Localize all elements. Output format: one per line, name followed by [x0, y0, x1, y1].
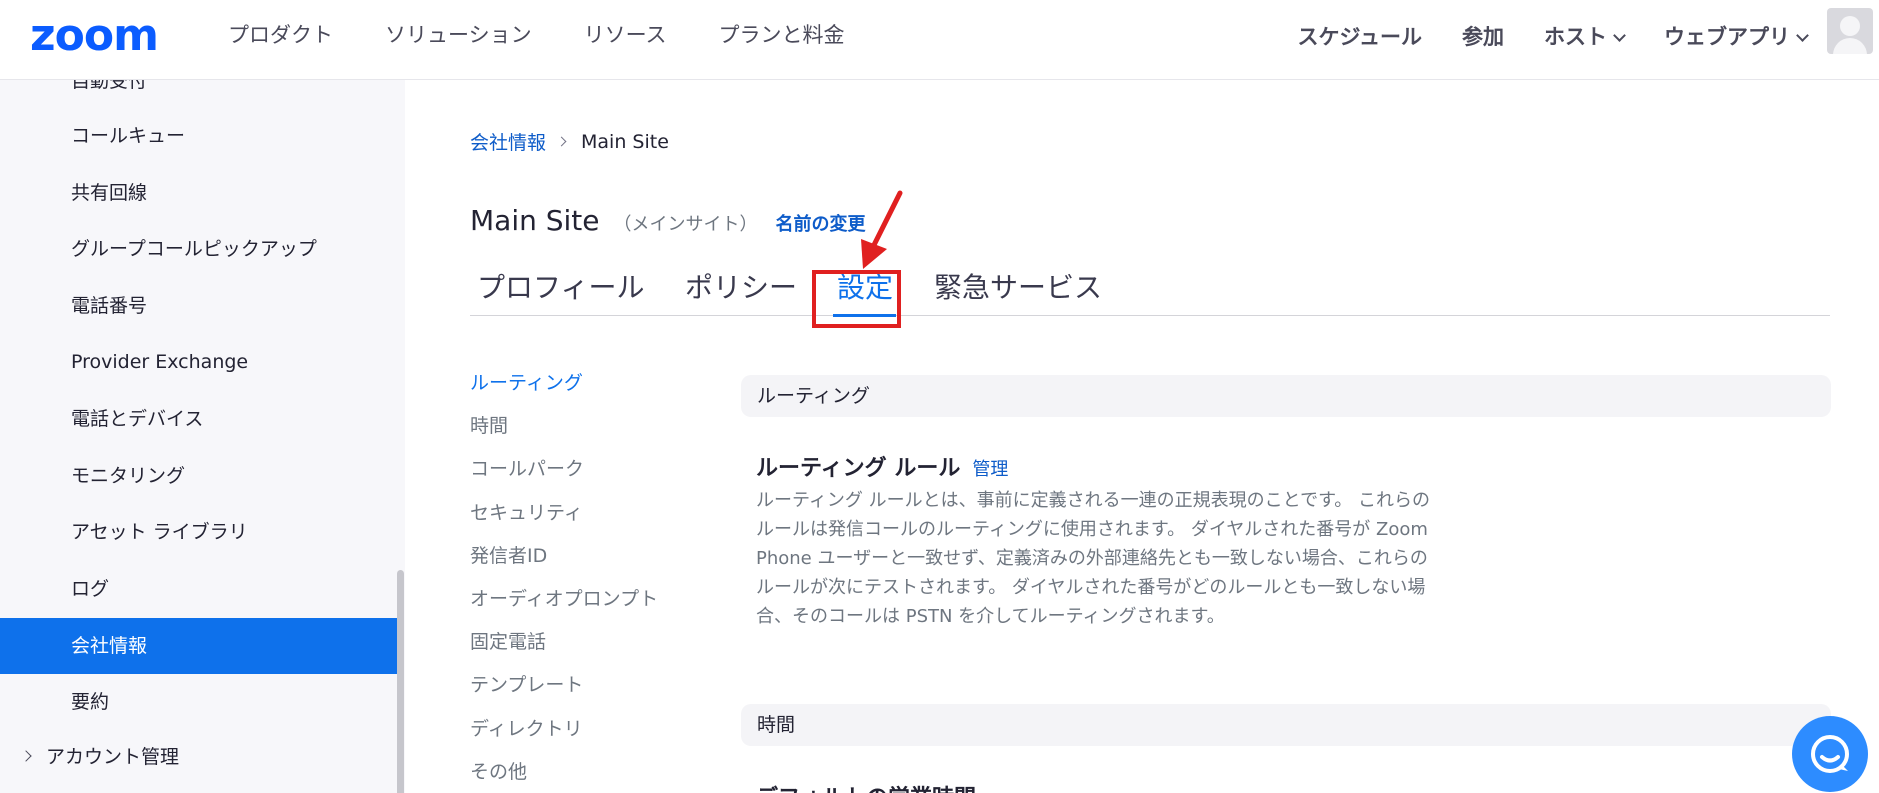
- subnav-hours[interactable]: 時間: [470, 411, 508, 438]
- section-header-routing: ルーティング: [741, 375, 1831, 417]
- subnav-directory[interactable]: ディレクトリ: [470, 714, 583, 741]
- user-avatar-icon[interactable]: [1827, 8, 1873, 54]
- sidebar-item-summary[interactable]: 要約: [0, 674, 398, 730]
- description-line: Phone ユーザーと一致せず、定義済みの外部連絡先とも一致しない場合、これらの: [756, 548, 1428, 569]
- nav-webapp-label: ウェブアプリ: [1664, 25, 1790, 49]
- subnav-audio-prompts[interactable]: オーディオプロンプト: [470, 584, 658, 611]
- description-line: ルールは発信コールのルーティングに使用されます。 ダイヤルされた番号が Zoom: [756, 519, 1428, 540]
- nav-join[interactable]: 参加: [1462, 22, 1504, 52]
- nav-webapp-dropdown[interactable]: ウェブアプリ: [1664, 22, 1809, 52]
- sidebar-item-company-info[interactable]: 会社情報: [0, 618, 398, 674]
- manage-routing-rules-link[interactable]: 管理: [972, 455, 1008, 481]
- chat-bubble-icon: [1811, 735, 1849, 773]
- chat-button[interactable]: [1792, 716, 1868, 792]
- tab-policy[interactable]: ポリシー: [685, 268, 797, 316]
- description-line: ルーティング ルールとは、事前に定義される一連の正規表現のことです。 これらの: [756, 490, 1431, 511]
- nav-schedule-label: スケジュール: [1297, 25, 1422, 49]
- nav-solutions[interactable]: ソリューション: [385, 18, 532, 52]
- sidebar-item-logs[interactable]: ログ: [0, 561, 398, 617]
- default-business-hours-title: デフォルトの営業時間: [756, 780, 976, 793]
- avatar-head: [1840, 16, 1860, 36]
- tab-emergency-services[interactable]: 緊急サービス: [934, 268, 1102, 316]
- nav-resources[interactable]: リソース: [584, 18, 667, 52]
- sidebar-section-label: アカウント管理: [46, 746, 180, 768]
- sidebar-item-phone-numbers[interactable]: 電話番号: [0, 278, 398, 334]
- description-line: ルールが次にテストされます。 ダイヤルされた番号がどのルールとも一致しない場: [756, 577, 1426, 598]
- sidebar-section-account-management[interactable]: アカウント管理: [0, 729, 398, 785]
- main-content: 会社情報 Main Site Main Site （メインサイト） 名前の変更 …: [405, 80, 1879, 793]
- sidebar-item-auto-receptionist[interactable]: 自動受付: [0, 80, 398, 109]
- routing-rules-title-row: ルーティング ルール 管理: [756, 450, 1008, 482]
- left-sidebar: 自動受付 コールキュー 共有回線 グループコールピックアップ 電話番号 Prov…: [0, 80, 405, 793]
- nav-right-group: スケジュール 参加 ホスト ウェブアプリ: [1257, 22, 1809, 52]
- sidebar-item-monitoring[interactable]: モニタリング: [0, 448, 398, 504]
- nav-join-label: 参加: [1462, 25, 1504, 49]
- subnav-desk-phones[interactable]: 固定電話: [470, 627, 546, 654]
- sidebar-item-call-queue[interactable]: コールキュー: [0, 108, 398, 164]
- zoom-logo[interactable]: zoom: [30, 14, 159, 58]
- page-title: Main Site: [470, 204, 600, 237]
- subnav-security[interactable]: セキュリティ: [470, 498, 583, 525]
- subnav-templates[interactable]: テンプレート: [470, 670, 583, 697]
- avatar-body: [1833, 38, 1867, 54]
- subnav-routing[interactable]: ルーティング: [470, 368, 583, 395]
- page-subtitle: （メインサイト）: [613, 214, 758, 235]
- annotation-arrow-icon: [861, 190, 903, 269]
- subnav-caller-id[interactable]: 発信者ID: [470, 541, 547, 568]
- chevron-down-icon: [1796, 28, 1809, 42]
- sidebar-item-shared-lines[interactable]: 共有回線: [0, 165, 398, 221]
- nav-host-dropdown[interactable]: ホスト: [1544, 22, 1626, 52]
- chevron-right-icon: [20, 750, 32, 762]
- nav-left-group: プロダクト ソリューション リソース プランと料金: [228, 18, 897, 52]
- sidebar-scrollbar[interactable]: [397, 570, 404, 793]
- section-header-hours: 時間: [741, 704, 1831, 746]
- tab-highlight-box: [812, 270, 901, 328]
- nav-schedule[interactable]: スケジュール: [1297, 22, 1422, 52]
- nav-host-label: ホスト: [1544, 25, 1607, 49]
- tab-bar: プロフィール ポリシー 設定 緊急サービス: [470, 268, 1830, 317]
- nav-pricing[interactable]: プランと料金: [719, 18, 845, 52]
- routing-rules-description: ルーティング ルールとは、事前に定義される一連の正規表現のことです。 これらの …: [756, 486, 1466, 631]
- sidebar-item-asset-library[interactable]: アセット ライブラリ: [0, 504, 398, 560]
- rename-link[interactable]: 名前の変更: [776, 210, 866, 236]
- sidebar-item-phones-devices[interactable]: 電話とデバイス: [0, 391, 398, 447]
- breadcrumb-parent-link[interactable]: 会社情報: [470, 128, 546, 155]
- nav-products[interactable]: プロダクト: [228, 18, 333, 52]
- subnav-other[interactable]: その他: [470, 757, 527, 784]
- page-title-row: Main Site （メインサイト） 名前の変更: [470, 204, 866, 237]
- routing-rules-title: ルーティング ルール: [756, 456, 961, 481]
- description-line: 合、そのコールは PSTN を介してルーティングされます。: [756, 606, 1225, 627]
- sidebar-item-provider-exchange[interactable]: Provider Exchange: [0, 334, 398, 390]
- breadcrumb: 会社情報 Main Site: [470, 128, 669, 155]
- top-navigation-bar: zoom プロダクト ソリューション リソース プランと料金 スケジュール 参加…: [0, 0, 1879, 80]
- subnav-call-park[interactable]: コールパーク: [470, 454, 584, 481]
- breadcrumb-current: Main Site: [581, 130, 669, 153]
- tab-profile[interactable]: プロフィール: [477, 268, 644, 316]
- sidebar-item-group-call-pickup[interactable]: グループコールピックアップ: [0, 221, 398, 277]
- chevron-down-icon: [1613, 28, 1626, 42]
- chevron-right-icon: [556, 136, 567, 147]
